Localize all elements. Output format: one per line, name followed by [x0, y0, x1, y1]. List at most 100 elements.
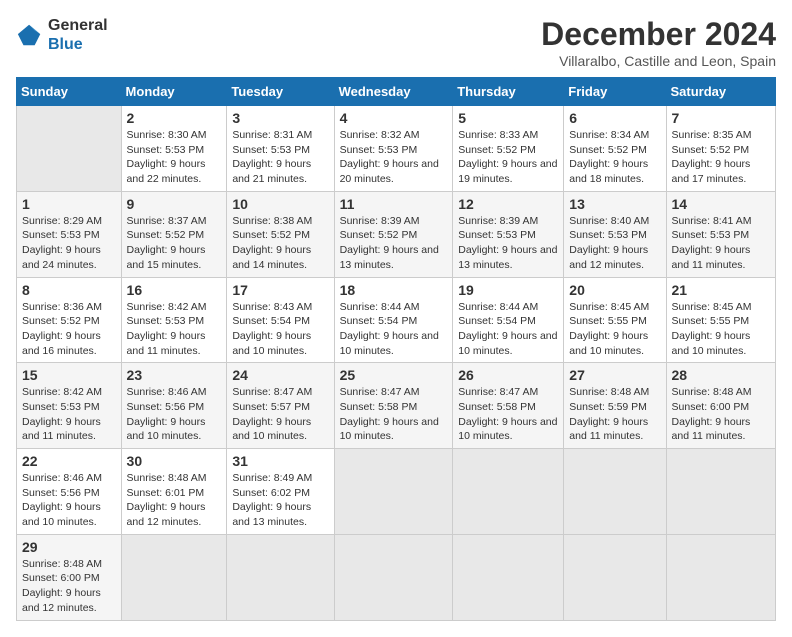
table-cell: 2 Sunrise: 8:30 AMSunset: 5:53 PMDaylight… [121, 106, 227, 192]
day-number: 28 [672, 367, 770, 383]
table-cell: 13Sunrise: 8:40 AMSunset: 5:53 PMDayligh… [564, 191, 666, 277]
day-number: 14 [672, 196, 770, 212]
table-cell: 10 Sunrise: 8:38 AMSunset: 5:52 PMDayligh… [227, 191, 334, 277]
table-cell [453, 534, 564, 620]
logo-icon [16, 21, 44, 49]
day-info: Sunrise: 8:32 AMSunset: 5:53 PMDaylight:… [340, 128, 448, 187]
table-cell: 20 Sunrise: 8:45 AMSunset: 5:55 PMDayligh… [564, 277, 666, 363]
day-info: Sunrise: 8:49 AMSunset: 6:02 PMDaylight:… [232, 471, 328, 530]
day-number: 29 [22, 539, 116, 555]
day-number: 27 [569, 367, 660, 383]
table-cell [334, 534, 453, 620]
day-info: Sunrise: 8:46 AMSunset: 5:56 PMDaylight:… [127, 385, 222, 444]
day-info: Sunrise: 8:35 AMSunset: 5:52 PMDaylight:… [672, 128, 770, 187]
day-info: Sunrise: 8:30 AMSunset: 5:53 PMDaylight:… [127, 128, 222, 187]
day-number: 18 [340, 282, 448, 298]
day-number: 25 [340, 367, 448, 383]
table-cell: 11Sunrise: 8:39 AMSunset: 5:52 PMDayligh… [334, 191, 453, 277]
table-cell: 28 Sunrise: 8:48 AMSunset: 6:00 PMDayligh… [666, 363, 775, 449]
day-info: Sunrise: 8:41 AMSunset: 5:53 PMDaylight:… [672, 214, 770, 273]
day-info: Sunrise: 8:36 AMSunset: 5:52 PMDaylight:… [22, 300, 116, 359]
day-info: Sunrise: 8:37 AMSunset: 5:52 PMDaylight:… [127, 214, 222, 273]
day-number: 11 [340, 196, 448, 212]
table-cell: 9 Sunrise: 8:37 AMSunset: 5:52 PMDaylight… [121, 191, 227, 277]
table-cell: 8 Sunrise: 8:36 AMSunset: 5:52 PMDaylight… [17, 277, 122, 363]
day-info: Sunrise: 8:47 AMSunset: 5:58 PMDaylight:… [458, 385, 558, 444]
day-number: 26 [458, 367, 558, 383]
header-wednesday: Wednesday [334, 78, 453, 106]
day-number: 2 [127, 110, 222, 126]
table-cell [453, 449, 564, 535]
day-number: 23 [127, 367, 222, 383]
table-cell: 6Sunrise: 8:34 AMSunset: 5:52 PMDaylight… [564, 106, 666, 192]
table-cell [564, 449, 666, 535]
day-number: 20 [569, 282, 660, 298]
day-info: Sunrise: 8:44 AMSunset: 5:54 PMDaylight:… [458, 300, 558, 359]
day-number: 3 [232, 110, 328, 126]
day-number: 10 [232, 196, 328, 212]
table-cell: 17Sunrise: 8:43 AMSunset: 5:54 PMDayligh… [227, 277, 334, 363]
main-title: December 2024 [541, 16, 776, 53]
day-number: 7 [672, 110, 770, 126]
day-info: Sunrise: 8:44 AMSunset: 5:54 PMDaylight:… [340, 300, 448, 359]
table-cell: 14 Sunrise: 8:41 AMSunset: 5:53 PMDayligh… [666, 191, 775, 277]
day-info: Sunrise: 8:42 AMSunset: 5:53 PMDaylight:… [127, 300, 222, 359]
table-cell [666, 534, 775, 620]
table-cell: 31Sunrise: 8:49 AMSunset: 6:02 PMDayligh… [227, 449, 334, 535]
table-cell: 22 Sunrise: 8:46 AMSunset: 5:56 PMDayligh… [17, 449, 122, 535]
table-cell [121, 534, 227, 620]
day-info: Sunrise: 8:46 AMSunset: 5:56 PMDaylight:… [22, 471, 116, 530]
header-tuesday: Tuesday [227, 78, 334, 106]
day-number: 5 [458, 110, 558, 126]
subtitle: Villaralbo, Castille and Leon, Spain [541, 53, 776, 69]
table-cell [17, 106, 122, 192]
table-cell: 15 Sunrise: 8:42 AMSunset: 5:53 PMDayligh… [17, 363, 122, 449]
day-info: Sunrise: 8:45 AMSunset: 5:55 PMDaylight:… [672, 300, 770, 359]
day-info: Sunrise: 8:48 AMSunset: 6:01 PMDaylight:… [127, 471, 222, 530]
day-info: Sunrise: 8:39 AMSunset: 5:53 PMDaylight:… [458, 214, 558, 273]
day-number: 8 [22, 282, 116, 298]
day-number: 22 [22, 453, 116, 469]
table-cell [564, 534, 666, 620]
table-cell: 30 Sunrise: 8:48 AMSunset: 6:01 PMDayligh… [121, 449, 227, 535]
header-monday: Monday [121, 78, 227, 106]
day-info: Sunrise: 8:31 AMSunset: 5:53 PMDaylight:… [232, 128, 328, 187]
table-cell: 19Sunrise: 8:44 AMSunset: 5:54 PMDayligh… [453, 277, 564, 363]
day-number: 15 [22, 367, 116, 383]
table-cell: 12 Sunrise: 8:39 AMSunset: 5:53 PMDayligh… [453, 191, 564, 277]
table-cell: 7 Sunrise: 8:35 AMSunset: 5:52 PMDaylight… [666, 106, 775, 192]
table-cell: 29Sunrise: 8:48 AMSunset: 6:00 PMDayligh… [17, 534, 122, 620]
table-cell: 23 Sunrise: 8:46 AMSunset: 5:56 PMDayligh… [121, 363, 227, 449]
day-number: 6 [569, 110, 660, 126]
table-cell: 4 Sunrise: 8:32 AMSunset: 5:53 PMDaylight… [334, 106, 453, 192]
table-cell [334, 449, 453, 535]
day-info: Sunrise: 8:45 AMSunset: 5:55 PMDaylight:… [569, 300, 660, 359]
day-number: 24 [232, 367, 328, 383]
day-number: 16 [127, 282, 222, 298]
day-number: 4 [340, 110, 448, 126]
day-info: Sunrise: 8:38 AMSunset: 5:52 PMDaylight:… [232, 214, 328, 273]
day-info: Sunrise: 8:33 AMSunset: 5:52 PMDaylight:… [458, 128, 558, 187]
title-section: December 2024 Villaralbo, Castille and L… [541, 16, 776, 69]
day-info: Sunrise: 8:43 AMSunset: 5:54 PMDaylight:… [232, 300, 328, 359]
calendar-body: 2 Sunrise: 8:30 AMSunset: 5:53 PMDaylight… [17, 106, 776, 621]
day-number: 13 [569, 196, 660, 212]
table-cell: 26 Sunrise: 8:47 AMSunset: 5:58 PMDayligh… [453, 363, 564, 449]
table-cell [227, 534, 334, 620]
table-cell: 21Sunrise: 8:45 AMSunset: 5:55 PMDayligh… [666, 277, 775, 363]
table-cell [666, 449, 775, 535]
table-cell: 3 Sunrise: 8:31 AMSunset: 5:53 PMDaylight… [227, 106, 334, 192]
calendar-table: Sunday Monday Tuesday Wednesday Thursday… [16, 77, 776, 621]
table-cell: 27 Sunrise: 8:48 AMSunset: 5:59 PMDayligh… [564, 363, 666, 449]
day-info: Sunrise: 8:42 AMSunset: 5:53 PMDaylight:… [22, 385, 116, 444]
day-number: 9 [127, 196, 222, 212]
day-number: 30 [127, 453, 222, 469]
logo-text: General Blue [48, 16, 108, 54]
day-number: 12 [458, 196, 558, 212]
day-info: Sunrise: 8:48 AMSunset: 5:59 PMDaylight:… [569, 385, 660, 444]
table-cell: 16 Sunrise: 8:42 AMSunset: 5:53 PMDayligh… [121, 277, 227, 363]
day-info: Sunrise: 8:48 AMSunset: 6:00 PMDaylight:… [672, 385, 770, 444]
header-saturday: Saturday [666, 78, 775, 106]
header-friday: Friday [564, 78, 666, 106]
day-info: Sunrise: 8:47 AMSunset: 5:58 PMDaylight:… [340, 385, 448, 444]
